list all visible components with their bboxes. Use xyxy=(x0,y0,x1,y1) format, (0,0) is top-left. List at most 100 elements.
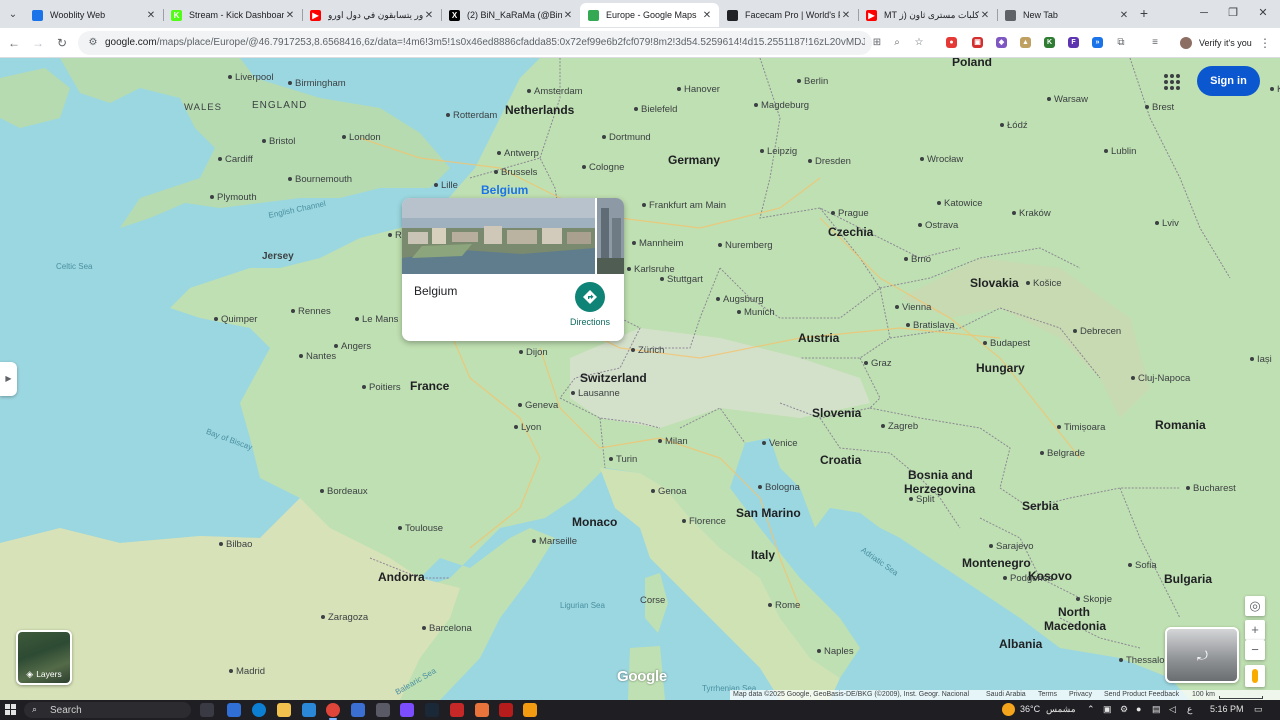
city-label[interactable]: Geneva xyxy=(518,400,558,411)
city-label[interactable]: Rotterdam xyxy=(446,110,497,121)
site-info-icon[interactable]: ⚙ xyxy=(86,36,100,50)
city-label[interactable]: Stuttgart xyxy=(660,274,703,285)
city-label[interactable]: Debrecen xyxy=(1073,326,1121,337)
scale-label[interactable]: 100 km xyxy=(1192,691,1215,698)
city-label[interactable]: Zagreb xyxy=(881,421,918,432)
profile-button[interactable]: Verify it's you xyxy=(1176,31,1252,55)
layers-button[interactable]: ◈ Layers xyxy=(16,630,72,685)
city-label[interactable]: Nuremberg xyxy=(718,240,773,251)
city-label[interactable]: Mannheim xyxy=(632,238,683,249)
restore-button[interactable]: ❐ xyxy=(1226,6,1240,20)
city-label[interactable]: Zaragoza xyxy=(321,612,368,623)
tray-app-icon[interactable]: ▣ xyxy=(1103,704,1112,715)
city-label[interactable]: Cluj-Napoca xyxy=(1131,373,1190,384)
extension-icon[interactable]: ▲ xyxy=(1020,37,1031,48)
notifications-icon[interactable]: ▭ xyxy=(1254,704,1263,715)
city-label[interactable]: Wrocław xyxy=(920,154,963,165)
taskbar-search[interactable]: ⌕ Search xyxy=(24,702,191,718)
extension-icon[interactable]: ◆ xyxy=(996,37,1007,48)
app-icon[interactable] xyxy=(475,703,489,717)
city-label[interactable]: Katowice xyxy=(937,198,983,209)
browser-tab[interactable]: New Tab ✕ xyxy=(997,3,1136,27)
browser-tab[interactable]: ▶ باور يتسابقون في دول اورو ✕ xyxy=(302,3,441,27)
city-label[interactable]: Le Mans xyxy=(355,314,398,325)
city-label[interactable]: Podgorica xyxy=(1003,573,1053,584)
city-label[interactable]: Vienna xyxy=(895,302,931,313)
privacy-link[interactable]: Privacy xyxy=(1069,691,1092,698)
city-label[interactable]: Kyiv xyxy=(1270,84,1280,95)
city-label[interactable]: Lublin xyxy=(1104,146,1136,157)
city-label[interactable]: Sarajevo xyxy=(989,541,1034,552)
city-label[interactable]: Frankfurt am Main xyxy=(642,200,726,211)
city-label[interactable]: Košice xyxy=(1026,278,1062,289)
city-label[interactable]: Lviv xyxy=(1155,218,1179,229)
city-label[interactable]: Poitiers xyxy=(362,382,401,393)
city-label[interactable]: Brest xyxy=(1145,102,1174,113)
city-label[interactable]: Ostrava xyxy=(918,220,958,231)
feedback-link[interactable]: Send Product Feedback xyxy=(1104,691,1179,698)
tab-search-icon[interactable]: ⌄ xyxy=(4,5,22,23)
city-label[interactable]: Iași xyxy=(1250,354,1272,365)
address-bar[interactable]: ⚙ google.com/maps/place/Europe/@46.79172… xyxy=(78,31,923,55)
city-label[interactable]: Bologna xyxy=(758,482,800,493)
tab-close-icon[interactable]: ✕ xyxy=(145,10,157,21)
bookmark-star-icon[interactable]: ☆ xyxy=(912,36,926,50)
app-icon[interactable] xyxy=(523,703,537,717)
city-label[interactable]: Rennes xyxy=(291,306,331,317)
microphone-icon[interactable]: ● xyxy=(1136,704,1141,714)
city-label[interactable]: Graz xyxy=(864,358,892,369)
city-label[interactable]: Hanover xyxy=(677,84,720,95)
city-label[interactable]: Liverpool xyxy=(228,72,274,83)
map-canvas[interactable]: Netherlands Germany Poland Czechia Slova… xyxy=(0,58,1280,700)
city-label[interactable]: Rome xyxy=(768,600,800,611)
browser-tab[interactable]: ▶ MT كلبات مسترى ثاون (ز ✕ xyxy=(858,3,997,27)
globe-view-toggle[interactable]: ⤾ xyxy=(1165,627,1239,683)
expand-side-panel-button[interactable]: ▶ xyxy=(0,362,17,396)
city-label[interactable]: Kraków xyxy=(1012,208,1051,219)
city-label[interactable]: Cologne xyxy=(582,162,624,173)
tray-app-icon[interactable]: ⚙ xyxy=(1120,704,1128,715)
city-label[interactable]: Magdeburg xyxy=(754,100,809,111)
tab-close-icon[interactable]: ✕ xyxy=(701,10,713,21)
city-label[interactable]: London xyxy=(342,132,381,143)
language-indicator[interactable]: ع xyxy=(1187,704,1192,715)
city-label[interactable]: Genoa xyxy=(651,486,687,497)
app-icon[interactable] xyxy=(351,703,365,717)
url-text[interactable]: google.com/maps/place/Europe/@46.7917253… xyxy=(105,37,865,48)
city-label[interactable]: Angers xyxy=(334,341,371,352)
city-label[interactable]: Amsterdam xyxy=(527,86,583,97)
city-label[interactable]: Bielefeld xyxy=(634,104,677,115)
steam-icon[interactable] xyxy=(425,703,439,717)
extension-icon[interactable]: » xyxy=(1092,37,1103,48)
street-view-pegman[interactable] xyxy=(1245,665,1265,687)
sign-in-button[interactable]: Sign in xyxy=(1197,66,1260,96)
tab-close-icon[interactable]: ✕ xyxy=(284,10,296,21)
app-icon[interactable] xyxy=(450,703,464,717)
minimize-button[interactable]: ─ xyxy=(1197,6,1211,20)
city-label[interactable]: Quimper xyxy=(214,314,257,325)
extension-icon[interactable]: ● xyxy=(946,37,957,48)
clock[interactable]: 5:16 PM xyxy=(1210,704,1244,714)
browser-tab[interactable]: X (2) BiN_KaRaMa (@Binn_li✕ xyxy=(441,3,580,27)
city-label[interactable]: Turin xyxy=(609,454,637,465)
city-label[interactable]: Augsburg xyxy=(716,294,764,305)
new-tab-button[interactable]: + xyxy=(1137,6,1151,20)
zoom-out-button[interactable]: − xyxy=(1245,640,1265,660)
extension-icon[interactable]: K xyxy=(1044,37,1055,48)
app-icon[interactable] xyxy=(400,703,414,717)
city-label[interactable]: Bournemouth xyxy=(288,174,352,185)
city-label[interactable]: Venice xyxy=(762,438,798,449)
install-app-icon[interactable]: ⊞ xyxy=(870,36,884,50)
file-explorer-icon[interactable] xyxy=(277,703,291,717)
my-location-button[interactable]: ◎ xyxy=(1245,596,1265,616)
city-label[interactable]: Toulouse xyxy=(398,523,443,534)
zoom-in-button[interactable]: + xyxy=(1245,620,1265,640)
city-label[interactable]: Plymouth xyxy=(210,192,257,203)
city-label[interactable]: Łódź xyxy=(1000,120,1028,131)
reload-button[interactable]: ↻ xyxy=(54,35,70,51)
place-card[interactable]: Belgium Directions xyxy=(402,198,624,341)
extension-icon[interactable]: ▣ xyxy=(972,37,983,48)
volume-icon[interactable]: ◁ xyxy=(1169,704,1176,715)
browser-tab[interactable]: Europe - Google Maps ✕ xyxy=(580,3,719,27)
tab-close-icon[interactable]: ✕ xyxy=(840,10,852,21)
